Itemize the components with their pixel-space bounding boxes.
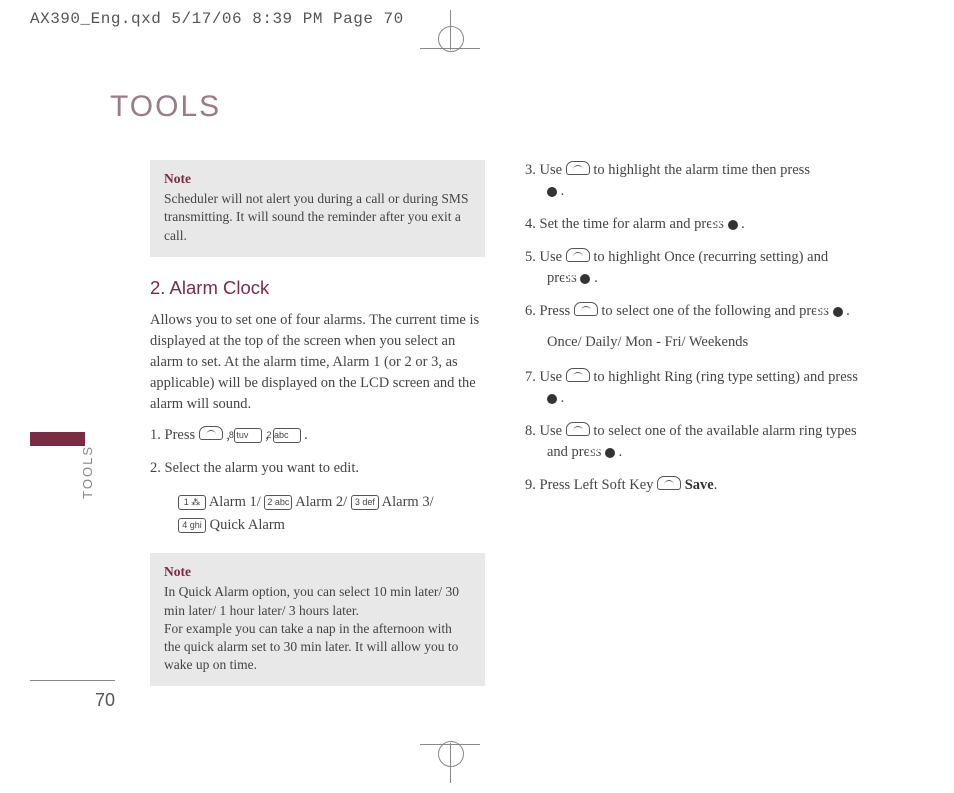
note-1-body: Scheduler will not alert you during a ca…	[164, 190, 471, 245]
s9a: 9. Press Left Soft Key	[525, 477, 657, 493]
step1-text-d: .	[301, 427, 308, 443]
s7a: 7. Use	[525, 369, 566, 385]
step-4: 4. Set the time for alarm and press OK .	[525, 214, 860, 235]
alarm-opt-4: Quick Alarm	[206, 517, 285, 533]
s6c: .	[843, 303, 850, 319]
nav-key-icon-5	[566, 248, 590, 262]
nav-key-icon	[566, 161, 590, 175]
nav-key-icon-7	[566, 368, 590, 382]
nav-key-icon-6	[574, 302, 598, 316]
s7b: to highlight Ring (ring type setting) an…	[593, 369, 858, 385]
key-4ghi-icon: 4 ghi	[178, 518, 206, 533]
recurrence-options: Once/ Daily/ Mon - Fri/ Weekends	[525, 332, 860, 353]
step-6: 6. Press to select one of the following …	[525, 301, 860, 322]
s3c: .	[557, 183, 564, 199]
step-3: 3. Use to highlight the alarm time then …	[525, 160, 860, 202]
crop-header-text: AX390_Eng.qxd 5/17/06 8:39 PM Page 70	[30, 10, 404, 28]
ok-key-icon-6: OK	[833, 307, 843, 317]
note-1-title: Note	[164, 170, 471, 188]
step-7: 7. Use to highlight Ring (ring type sett…	[525, 367, 860, 409]
s5a: 5. Use	[525, 249, 566, 265]
save-label: Save	[685, 477, 714, 493]
step-8: 8. Use to select one of the available al…	[525, 421, 860, 463]
step1-text-a: 1. Press	[150, 427, 199, 443]
section-heading: 2. Alarm Clock	[150, 275, 485, 302]
key-2abc-icon: 2 abc	[273, 428, 301, 443]
s3b: to highlight the alarm time then press	[593, 162, 810, 178]
s6a: 6. Press	[525, 303, 574, 319]
left-soft-key-icon-9	[657, 476, 681, 490]
page-title: TOOLS	[110, 90, 221, 124]
step-9: 9. Press Left Soft Key Save.	[525, 475, 860, 496]
key-3def-icon: 3 def	[351, 495, 379, 510]
key-2abc-icon-b: 2 abc	[264, 495, 292, 510]
note-box-1: Note Scheduler will not alert you during…	[150, 160, 485, 257]
left-soft-key-icon	[199, 426, 223, 440]
side-tab-label: TOOLS	[80, 445, 95, 499]
crop-circle-top	[438, 26, 464, 52]
right-column: 3. Use to highlight the alarm time then …	[525, 160, 860, 704]
note-box-2: Note In Quick Alarm option, you can sele…	[150, 553, 485, 686]
s8a: 8. Use	[525, 423, 566, 439]
key-8tuv-icon: 8 tuv	[234, 428, 262, 443]
alarm-opt-3: Alarm 3/	[379, 494, 434, 510]
crop-circle-bottom	[438, 741, 464, 767]
ok-key-icon-4: OK	[728, 220, 738, 230]
ok-key-icon-5: OK	[580, 274, 590, 284]
s5c: .	[590, 270, 597, 286]
key-1-icon: 1 ⁂	[178, 495, 206, 510]
alarm-options-list: 1 ⁂ Alarm 1/ 2 abc Alarm 2/ 3 def Alarm …	[178, 491, 485, 537]
s7c: .	[557, 390, 564, 406]
nav-key-icon-8	[566, 422, 590, 436]
ok-key-icon-7: OK	[547, 394, 557, 404]
intro-paragraph: Allows you to set one of four alarms. Th…	[150, 310, 485, 415]
alarm-opt-1: Alarm 1/	[206, 494, 264, 510]
page-number: 70	[95, 690, 115, 711]
s8c: .	[615, 444, 622, 460]
content-area: Note Scheduler will not alert you during…	[150, 160, 860, 704]
s9c: .	[714, 477, 718, 493]
ok-key-icon: OK	[547, 187, 557, 197]
side-rule	[30, 680, 115, 681]
ok-key-icon-8: OK	[605, 448, 615, 458]
s6b: to select one of the following and press	[601, 303, 832, 319]
step-5: 5. Use to highlight Once (recurring sett…	[525, 247, 860, 289]
step-1: 1. Press , 8 tuv , 2 abc .	[150, 425, 485, 446]
side-red-tab	[30, 432, 85, 446]
step-2: 2. Select the alarm you want to edit.	[150, 458, 485, 479]
s4b: .	[738, 216, 745, 232]
s4a: 4. Set the time for alarm and press	[525, 216, 728, 232]
left-column: Note Scheduler will not alert you during…	[150, 160, 485, 704]
note-2-body: In Quick Alarm option, you can select 10…	[164, 583, 471, 674]
alarm-opt-2: Alarm 2/	[292, 494, 350, 510]
note-2-title: Note	[164, 563, 471, 581]
s3a: 3. Use	[525, 162, 566, 178]
